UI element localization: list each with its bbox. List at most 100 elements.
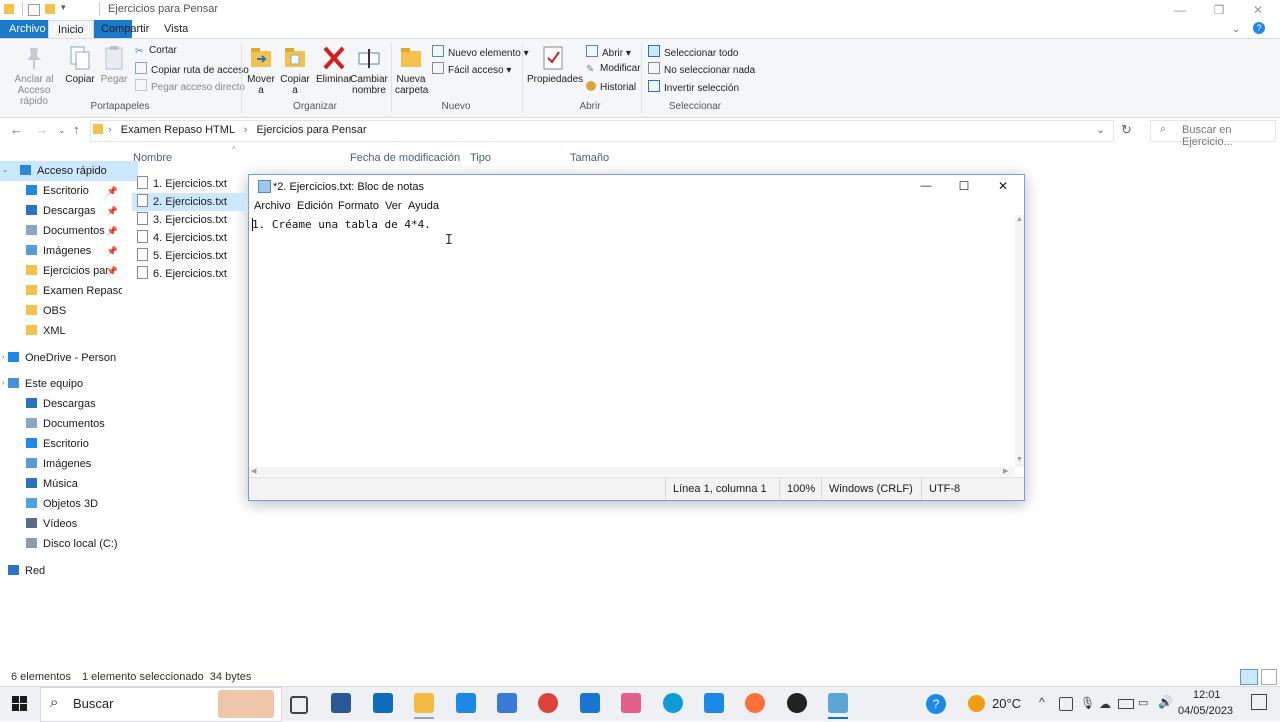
battery-icon[interactable] [1118, 699, 1134, 709]
show-hidden-icons-icon[interactable]: ^ [1039, 695, 1045, 709]
calculator-icon[interactable] [497, 693, 517, 713]
scroll-left-icon[interactable]: ◀ [251, 467, 256, 475]
notepad-menu-edicion[interactable]: Edición [297, 200, 333, 212]
app-blue-icon[interactable] [704, 693, 724, 713]
minimize-button[interactable]: — [1160, 0, 1200, 20]
nav-item[interactable]: Escritorio 📌 [26, 181, 122, 201]
file-row[interactable]: 1. Ejercicios.txt [132, 175, 246, 193]
back-arrow-icon[interactable]: ← [10, 122, 23, 137]
powershell-icon[interactable] [331, 693, 351, 713]
properties-button[interactable]: Propiedades [527, 45, 583, 85]
edit-button[interactable]: ✎ Modificar [586, 63, 641, 75]
open-button[interactable]: Abrir ▾ [586, 45, 631, 59]
copy-to-button[interactable]: Copiar a [280, 45, 310, 96]
notepad-icon[interactable] [828, 693, 848, 713]
nav-item[interactable]: Descargas [26, 394, 122, 414]
file-row[interactable]: 3. Ejercicios.txt [132, 211, 246, 229]
column-header-nombre[interactable]: Nombre [133, 152, 172, 164]
network-icon[interactable]: ▭ [1138, 696, 1148, 709]
address-dropdown-icon[interactable]: ⌄ [1096, 123, 1105, 136]
notifications-icon[interactable] [1251, 694, 1267, 710]
close-button[interactable]: ✕ [1238, 0, 1278, 20]
file-row[interactable]: 5. Ejercicios.txt [132, 247, 246, 265]
breadcrumb-item[interactable]: Ejercicios para Pensar [256, 124, 366, 136]
nav-item[interactable]: Descargas 📌 [26, 201, 122, 221]
tab-vista[interactable]: Vista [155, 20, 197, 38]
nav-item[interactable]: Documentos 📌 [26, 221, 122, 241]
firefox-icon[interactable] [745, 693, 765, 713]
cut-button[interactable]: ✂ Cortar [135, 45, 177, 57]
scroll-down-icon[interactable]: ▼ [1016, 456, 1023, 463]
notepad-text-area[interactable]: 1. Créame una tabla de 4*4. I [249, 215, 1015, 467]
nav-item[interactable]: OBS [26, 301, 122, 321]
file-row[interactable]: 2. Ejercicios.txt [132, 193, 246, 211]
file-explorer-icon[interactable] [414, 693, 434, 713]
onedrive-cloud-icon[interactable]: ☁ [1099, 697, 1111, 711]
copy-button[interactable]: Copiar [63, 45, 97, 85]
file-row[interactable]: 6. Ejercicios.txt [132, 265, 246, 283]
scroll-up-icon[interactable]: ▲ [1016, 216, 1023, 223]
notepad-menu-ayuda[interactable]: Ayuda [408, 200, 439, 212]
column-header-fecha[interactable]: Fecha de modificación [350, 152, 460, 164]
select-all-button[interactable]: Seleccionar todo [648, 45, 739, 59]
edge-icon[interactable] [663, 693, 683, 713]
breadcrumb-item[interactable]: Examen Repaso HTML [121, 124, 235, 136]
new-folder-button[interactable]: Nueva carpeta [395, 45, 428, 96]
nav-item[interactable]: Imágenes [26, 454, 122, 474]
paint-icon[interactable] [621, 693, 641, 713]
nav-item[interactable]: Objetos 3D [26, 494, 122, 514]
notepad-maximize-button[interactable]: ☐ [947, 177, 981, 195]
tab-compartir[interactable]: Compartir [92, 20, 158, 38]
notepad-close-button[interactable]: ✕ [986, 177, 1020, 195]
new-folder-quick-icon[interactable] [45, 4, 55, 14]
collapse-icon[interactable]: › [2, 378, 5, 387]
notepad-menu-formato[interactable]: Formato [338, 200, 379, 212]
help-icon[interactable]: ? [1253, 22, 1265, 34]
up-arrow-icon[interactable]: ↑ [73, 122, 80, 137]
delete-button[interactable]: Eliminar [316, 45, 352, 85]
history-button[interactable]: Historial [586, 81, 636, 93]
nav-item[interactable]: Este equipo [8, 374, 122, 394]
notepad-minimize-button[interactable]: — [909, 177, 943, 195]
nav-item[interactable]: Acceso rápido [0, 161, 138, 181]
paste-button[interactable]: Pegar [98, 45, 130, 85]
invert-selection-button[interactable]: Invertir selección [648, 80, 739, 94]
nav-item[interactable]: Escritorio [26, 434, 122, 454]
nav-item[interactable]: OneDrive - Person [8, 348, 122, 368]
select-none-button[interactable]: No seleccionar nada [648, 62, 755, 76]
notepad-menu-ver[interactable]: Ver [385, 200, 402, 212]
expand-ribbon-icon[interactable]: ⌄ [1232, 24, 1240, 35]
nav-item[interactable]: Documentos [26, 414, 122, 434]
properties-quick-icon[interactable] [28, 4, 40, 16]
search-placeholder[interactable]: Buscar en Ejercicio... [1182, 124, 1280, 148]
scroll-right-icon[interactable]: ▶ [1003, 467, 1008, 475]
tab-inicio[interactable]: Inicio [48, 20, 94, 39]
nav-item[interactable]: Red [8, 561, 122, 581]
clock-date[interactable]: 04/05/2023 [1178, 705, 1233, 717]
nav-item[interactable]: Disco local (C:) [26, 534, 122, 554]
move-to-button[interactable]: Mover a [246, 45, 276, 96]
task-view-icon[interactable] [290, 696, 308, 714]
nav-item[interactable]: Música [26, 474, 122, 494]
refresh-icon[interactable]: ↻ [1121, 122, 1132, 138]
microphone-icon[interactable]: 🎙 [1080, 696, 1095, 710]
volume-icon[interactable]: 🔊 [1158, 695, 1173, 709]
expand-icon[interactable]: ⌄ [2, 165, 9, 174]
photos-icon[interactable] [580, 693, 600, 713]
nav-item[interactable]: Ejercicios par 📌 [26, 261, 122, 281]
notepad-menu-archivo[interactable]: Archivo [254, 200, 291, 212]
new-item-button[interactable]: Nuevo elemento ▾ [432, 45, 529, 59]
nav-item[interactable]: XML [26, 321, 122, 341]
details-view-icon[interactable] [1240, 669, 1258, 685]
weather-temperature[interactable]: 20°C [992, 696, 1021, 711]
nav-item[interactable]: Imágenes 📌 [26, 241, 122, 261]
notepad-horizontal-scrollbar[interactable]: ◀ ▶ [249, 467, 1015, 476]
maximize-button[interactable]: ❐ [1199, 0, 1239, 20]
pin-quick-access-button[interactable]: Anclar al Acceso rápido [4, 45, 64, 107]
large-icons-view-icon[interactable] [1261, 669, 1277, 685]
file-row[interactable]: 4. Ejercicios.txt [132, 229, 246, 247]
copy-path-button[interactable]: Copiar ruta de acceso [135, 62, 249, 76]
nav-item[interactable]: Examen Repaso [26, 281, 122, 301]
chrome-icon[interactable] [538, 693, 558, 713]
obs-icon[interactable] [787, 693, 807, 713]
